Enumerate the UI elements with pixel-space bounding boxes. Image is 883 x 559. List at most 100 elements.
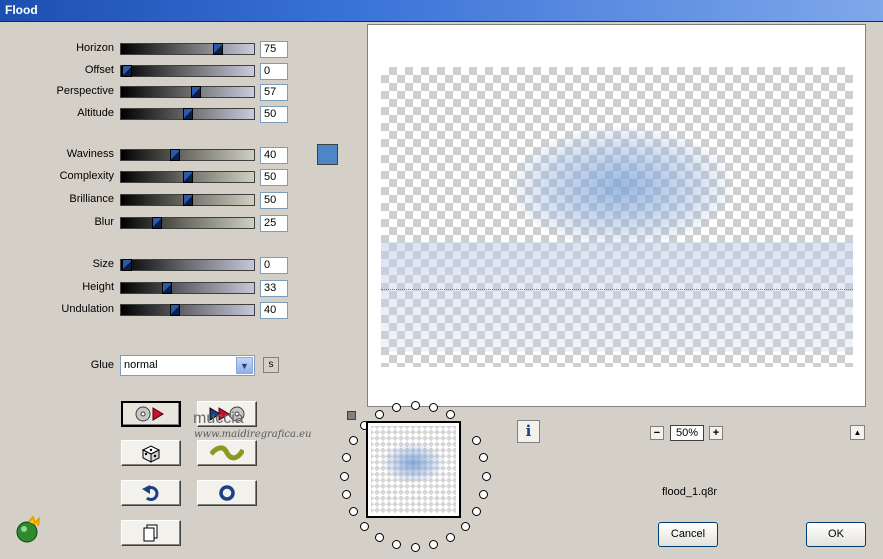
offset-slider[interactable] [120, 65, 255, 77]
complexity-label: Complexity [59, 170, 114, 182]
randomize-button[interactable] [121, 401, 181, 427]
thumbnail-glow [383, 443, 443, 483]
waviness-slider-thumb[interactable] [170, 149, 181, 161]
horizon-slider[interactable] [120, 43, 255, 55]
undulation-slider[interactable] [120, 304, 255, 316]
perspective-value[interactable]: 57 [260, 84, 288, 101]
dice-icon [141, 445, 161, 463]
navigator-dot[interactable] [392, 540, 402, 550]
glue-side-button[interactable]: s [263, 357, 279, 373]
undo-arrow-icon [142, 485, 159, 501]
preset-filename: flood_1.q8r [662, 486, 718, 498]
altitude-label: Altitude [77, 107, 114, 119]
navigator-thumbnail[interactable] [366, 421, 461, 518]
copy-button[interactable] [121, 520, 181, 546]
offset-value[interactable]: 0 [260, 63, 288, 80]
horizon-slider-thumb[interactable] [212, 43, 223, 55]
complexity-slider[interactable] [120, 171, 255, 183]
perspective-label: Perspective [56, 85, 114, 97]
horizon-value[interactable]: 75 [260, 41, 288, 58]
altitude-slider[interactable] [120, 108, 255, 120]
waviness-slider[interactable] [120, 149, 255, 161]
navigator-handle-icon[interactable] [347, 411, 356, 420]
height-label: Height [82, 281, 114, 293]
navigator-dot[interactable] [428, 402, 438, 412]
brilliance-slider-thumb[interactable] [182, 194, 193, 206]
navigator-dot[interactable] [410, 400, 420, 410]
size-value[interactable]: 0 [260, 257, 288, 274]
preview-image [381, 67, 853, 367]
undulation-slider-thumb[interactable] [170, 304, 181, 316]
perspective-slider[interactable] [120, 86, 255, 98]
glue-label: Glue [90, 359, 114, 371]
size-slider[interactable] [120, 259, 255, 271]
brilliance-value[interactable]: 50 [260, 192, 288, 209]
waviness-label: Waviness [66, 148, 114, 160]
zoom-out-button[interactable]: − [650, 426, 664, 440]
navigator-dot[interactable] [410, 542, 420, 552]
height-slider[interactable] [120, 282, 255, 294]
ok-button[interactable]: OK [806, 522, 866, 547]
navigator-dot[interactable] [481, 471, 491, 481]
horizon-label: Horizon [76, 42, 114, 54]
watermark-url: www.maidiregrafica.eu [194, 429, 312, 440]
glue-select[interactable]: normal ▼ [120, 355, 255, 376]
navigator-dot[interactable] [392, 402, 402, 412]
horizon-guide-line[interactable] [381, 289, 853, 290]
offset-slider-thumb[interactable] [122, 65, 132, 77]
height-value[interactable]: 33 [260, 280, 288, 297]
wave-button[interactable] [197, 440, 257, 466]
offset-label: Offset [84, 64, 114, 76]
brilliance-slider[interactable] [120, 194, 255, 206]
wave-icon [210, 445, 244, 461]
color-swatch[interactable] [317, 144, 338, 165]
navigator-dot[interactable] [479, 453, 489, 463]
ring-icon [219, 485, 235, 501]
preview-glow [511, 127, 731, 247]
brilliance-label: Brilliance [69, 193, 114, 205]
navigator-dot[interactable] [471, 436, 481, 445]
blur-slider-thumb[interactable] [152, 217, 163, 229]
blur-value[interactable]: 25 [260, 215, 288, 232]
altitude-value[interactable]: 50 [260, 106, 288, 123]
navigator-dot[interactable] [460, 521, 470, 531]
undulation-value[interactable]: 40 [260, 302, 288, 319]
preview-panel[interactable] [367, 24, 866, 407]
cd-play-icon [135, 406, 164, 422]
navigator-dot[interactable] [339, 471, 349, 481]
altitude-slider-thumb[interactable] [182, 108, 193, 120]
complexity-slider-thumb[interactable] [182, 171, 193, 183]
navigator-dot[interactable] [375, 410, 384, 419]
navigator-dot[interactable] [375, 532, 384, 542]
navigator-dot[interactable] [341, 489, 351, 499]
zoom-level[interactable]: 50% [670, 425, 704, 441]
reset-button[interactable] [197, 480, 257, 506]
undo-button[interactable] [121, 480, 181, 506]
zoom-in-button[interactable]: + [709, 426, 723, 440]
undulation-label: Undulation [61, 303, 114, 315]
blur-slider[interactable] [120, 217, 255, 229]
navigator-dot[interactable] [446, 532, 455, 542]
window-title: Flood [5, 3, 38, 17]
complexity-value[interactable]: 50 [260, 169, 288, 186]
navigator-dot[interactable] [349, 507, 358, 516]
collapse-up-button[interactable]: ▲ [850, 425, 865, 440]
waviness-value[interactable]: 40 [260, 147, 288, 164]
size-label: Size [92, 258, 114, 270]
navigator-dot[interactable] [446, 410, 455, 419]
cancel-button[interactable]: Cancel [658, 522, 718, 547]
info-button[interactable]: i [517, 420, 540, 443]
chevron-down-icon[interactable]: ▼ [236, 357, 253, 374]
app-logo-icon [14, 514, 42, 547]
dice-button[interactable] [121, 440, 181, 466]
perspective-slider-thumb[interactable] [190, 86, 201, 98]
navigator-dot[interactable] [428, 540, 438, 550]
navigator-dot[interactable] [479, 489, 489, 499]
blur-label: Blur [94, 216, 114, 228]
height-slider-thumb[interactable] [161, 282, 172, 294]
navigator-dot[interactable] [360, 521, 370, 531]
size-slider-thumb[interactable] [122, 259, 132, 271]
navigator-dot[interactable] [349, 436, 358, 445]
navigator-dot[interactable] [341, 453, 351, 463]
navigator-dot[interactable] [471, 507, 481, 516]
